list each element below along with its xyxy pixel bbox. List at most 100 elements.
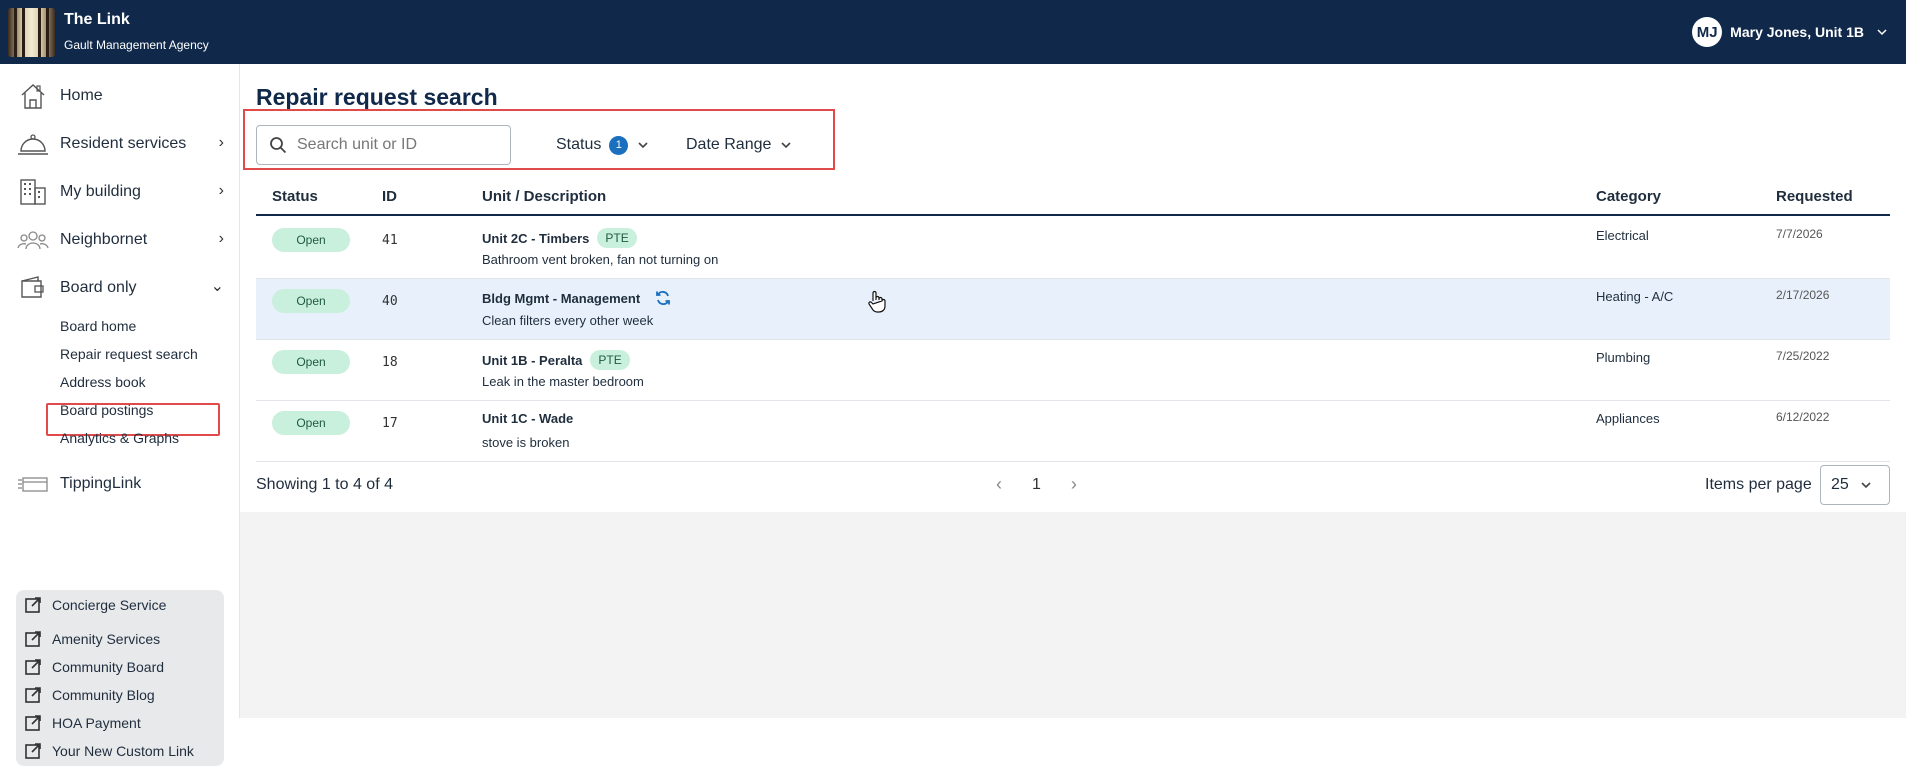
row-date: 6/12/2022 [1776,410,1830,424]
external-link-icon [25,715,41,731]
external-link-icon [25,659,41,675]
sidebar-item-label: Neighbornet [60,231,148,248]
building-icon [16,177,50,207]
row-category: Heating - A/C [1596,289,1674,304]
items-per-page-label: Items per page [1705,476,1812,493]
table-row[interactable]: Open 41 Unit 2C - Timbers PTE Bathroom ve… [256,218,1890,279]
table-row[interactable]: Open 17 Unit 1C - Wade stove is broken A… [256,401,1890,462]
row-description: Leak in the master bedroom [482,374,644,389]
col-unit[interactable]: Unit / Description [482,188,606,205]
sidebar-item-label: TippingLink [60,475,142,492]
row-category: Appliances [1596,411,1660,426]
unit-name: Unit 1C - Wade [482,411,574,426]
sidebar-item-tippinglink[interactable]: TippingLink [16,468,228,500]
row-date: 7/25/2022 [1776,349,1830,363]
row-unit: Unit 2C - Timbers PTE [482,228,637,248]
date-range-filter[interactable]: Date Range [686,132,793,158]
sidebar-subitem-repair-request-search[interactable]: Repair request search [60,346,198,362]
sidebar-item-label: Home [60,87,103,104]
row-id: 41 [382,233,398,248]
row-id: 40 [382,294,398,309]
chevron-down-icon: ⌄ [210,278,224,295]
table-row[interactable]: Open 18 Unit 1B - Peralta PTE Leak in the… [256,340,1890,401]
link-label: Amenity Services [52,631,161,647]
sidebar-subitem-board-postings[interactable]: Board postings [60,402,153,418]
row-id: 18 [382,355,398,370]
link-amenity-services[interactable]: Amenity Services [24,630,160,648]
unit-name: Unit 2C - Timbers [482,230,590,246]
card-icon [16,469,50,499]
link-custom[interactable]: Your New Custom Link [24,742,194,760]
sidebar-item-home[interactable]: Home [16,80,228,112]
house-icon [16,81,50,111]
status-badge: Open [272,228,350,252]
col-category[interactable]: Category [1596,188,1661,205]
sidebar-subitem-board-home[interactable]: Board home [60,318,136,334]
pte-tag: PTE [597,228,637,248]
hand-cursor-icon [868,290,886,313]
page-number[interactable]: 1 [1032,476,1041,494]
pte-tag: PTE [590,350,630,370]
search-input[interactable] [297,136,497,154]
link-label: Community Blog [52,687,155,703]
main-area: Repair request search Status 1 Date Rang… [240,64,1906,718]
col-status[interactable]: Status [272,188,318,205]
content-panel: Repair request search Status 1 Date Rang… [240,64,1906,512]
chevron-down-icon [1877,29,1887,36]
sidebar-item-resident-services[interactable]: Resident services › [16,128,228,160]
user-menu[interactable]: MJ Mary Jones, Unit 1B [1692,17,1888,47]
sidebar-item-label: My building [60,183,141,200]
row-description: Bathroom vent broken, fan not turning on [482,252,719,267]
people-icon [16,225,50,255]
app-logo[interactable] [8,8,55,57]
sidebar-item-label: Resident services [60,135,187,152]
external-link-icon [25,687,41,703]
row-description: Clean filters every other week [482,313,654,328]
status-count-badge: 1 [609,135,629,155]
col-requested[interactable]: Requested [1776,188,1853,205]
link-community-blog[interactable]: Community Blog [24,686,155,704]
search-field[interactable] [256,125,511,165]
row-category: Electrical [1596,228,1649,243]
table-row[interactable]: Open 40 Bldg Mgmt - Management Clean fil… [256,279,1890,340]
results-count: Showing 1 to 4 of 4 [256,476,393,493]
chevron-right-icon: › [218,182,224,199]
chevron-down-icon [781,142,791,149]
prev-page-icon[interactable]: ‹ [996,474,1002,495]
items-per-page-select[interactable]: 25 [1820,465,1890,505]
link-label: Concierge Service [52,597,167,613]
sidebar-subitem-address-book[interactable]: Address book [60,374,146,390]
user-name: Mary Jones, Unit 1B [1730,24,1864,40]
app-subtitle: Gault Management Agency [64,38,209,52]
recurring-icon [656,291,671,305]
next-page-icon[interactable]: › [1071,474,1077,495]
unit-name: Unit 1B - Peralta [482,352,583,368]
chevron-right-icon: › [218,230,224,247]
link-label: Your New Custom Link [52,743,194,759]
app-title: The Link [64,11,130,28]
sidebar-item-label: Board only [60,279,137,296]
status-badge: Open [272,411,350,435]
chevron-down-icon [638,142,648,149]
avatar: MJ [1692,17,1723,47]
wallet-icon [16,273,50,303]
status-filter[interactable]: Status 1 [556,132,650,158]
sidebar-subitem-analytics[interactable]: Analytics & Graphs [60,430,179,446]
link-hoa-payment[interactable]: HOA Payment [24,714,141,732]
sidebar-item-my-building[interactable]: My building › [16,176,228,208]
link-community-board[interactable]: Community Board [24,658,164,676]
sidebar-item-board-only[interactable]: Board only ⌄ [16,272,228,304]
row-unit: Bldg Mgmt - Management [482,289,672,307]
service-bell-icon [16,129,50,159]
unit-name: Bldg Mgmt - Management [482,290,641,306]
top-bar: The Link Gault Management Agency MJ Mary… [0,0,1906,64]
chevron-down-icon [1861,482,1871,489]
link-concierge-service[interactable]: Concierge Service [24,596,166,614]
link-label: Community Board [52,659,165,675]
sidebar: Home Resident services › My building › N… [0,64,240,766]
sidebar-item-neighbornet[interactable]: Neighbornet › [16,224,228,256]
pagination: ‹ 1 › [996,474,1077,495]
row-unit: Unit 1C - Wade [482,411,573,426]
row-unit: Unit 1B - Peralta PTE [482,350,630,370]
col-id[interactable]: ID [382,188,397,205]
